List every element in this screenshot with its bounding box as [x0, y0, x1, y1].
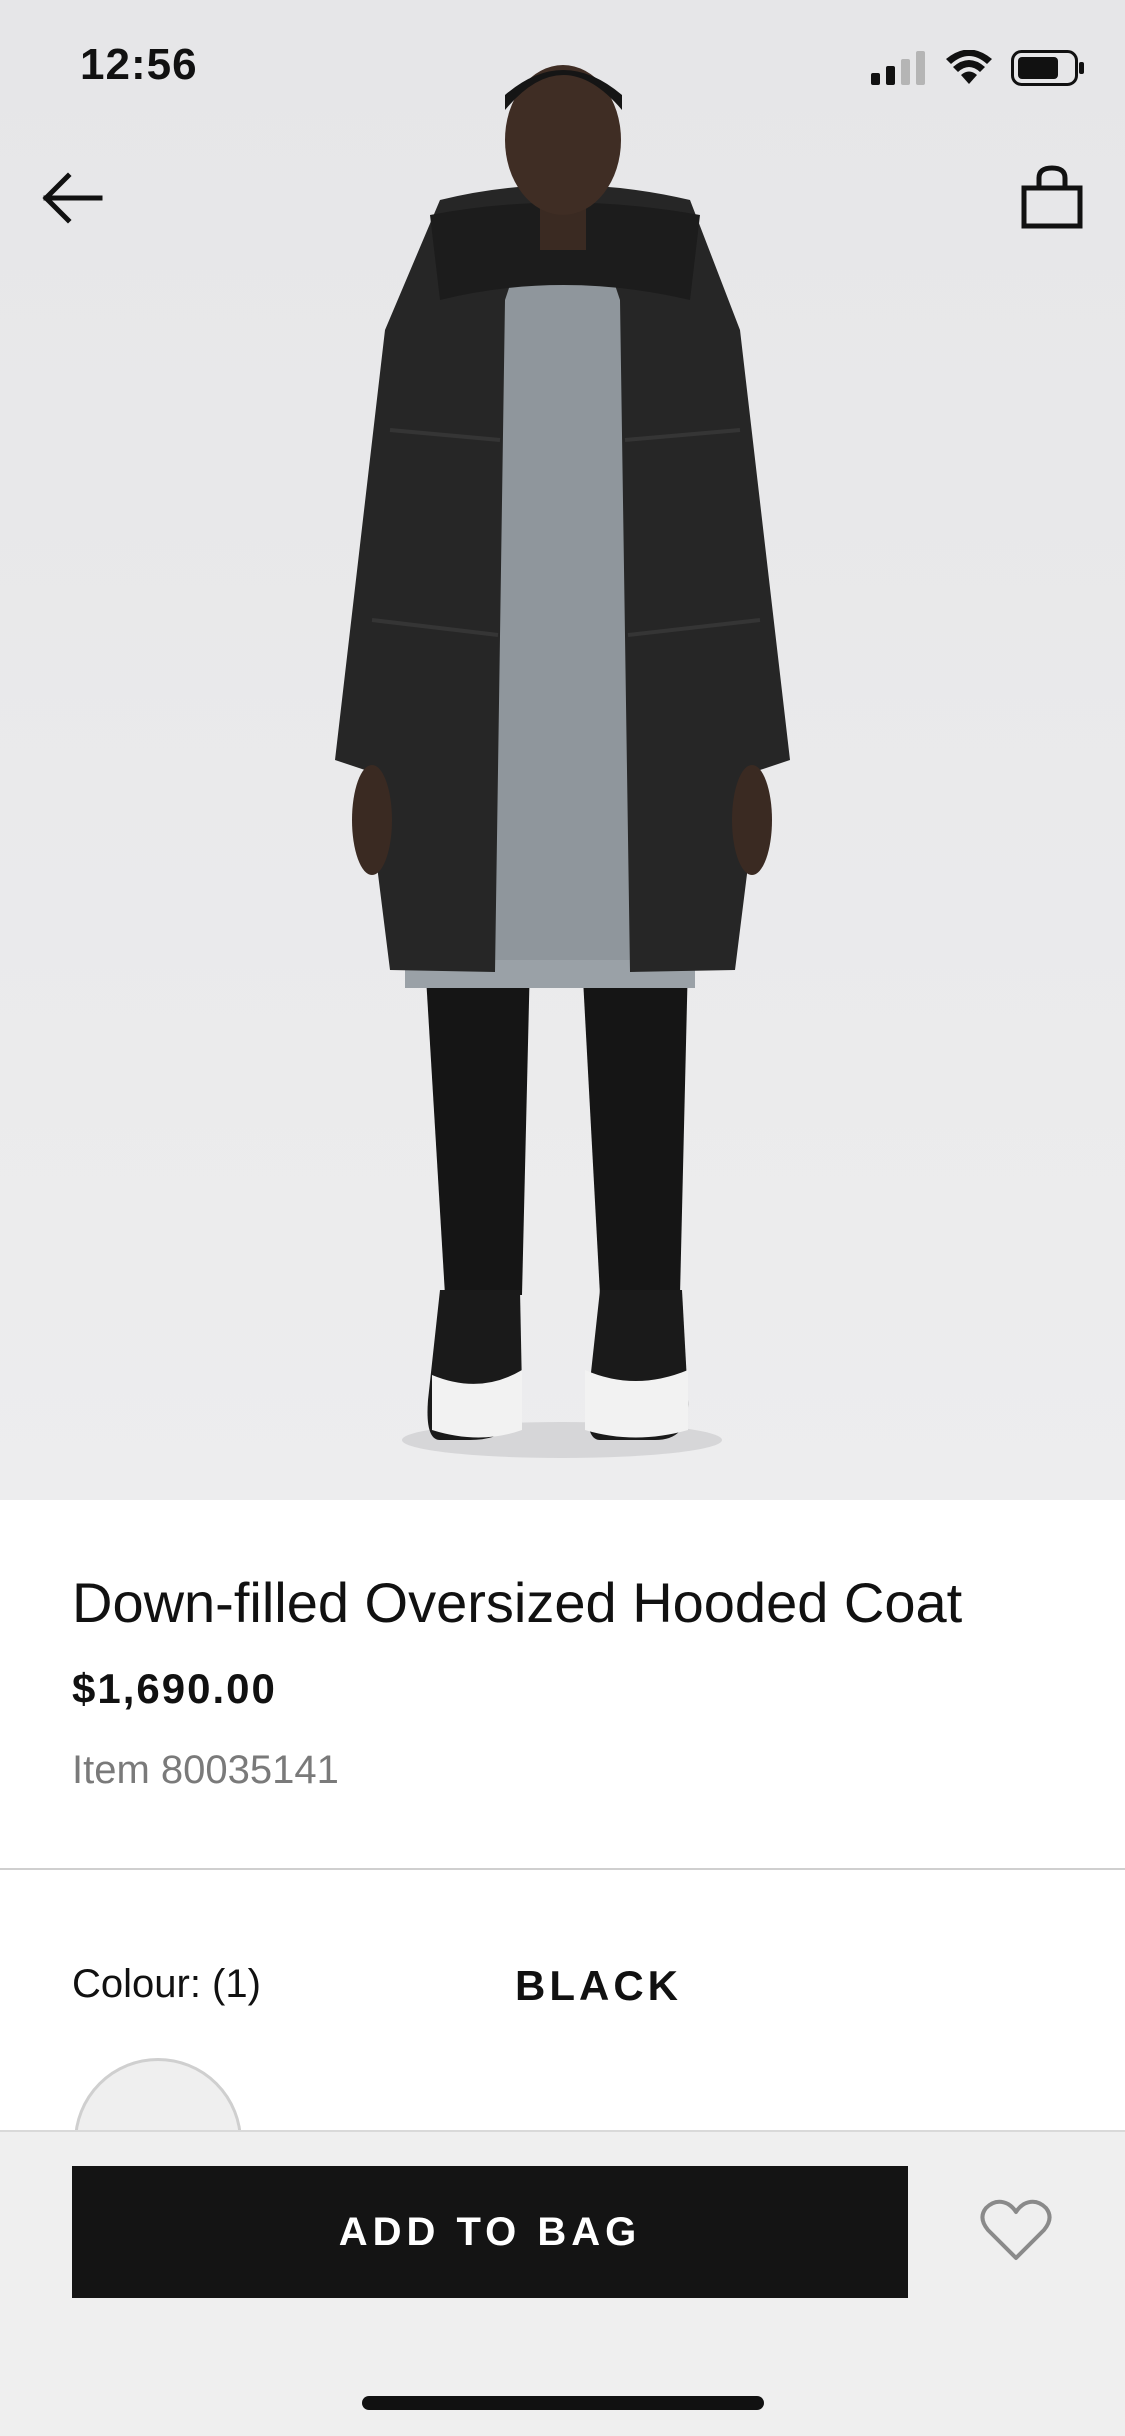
- product-price: $1,690.00: [72, 1665, 277, 1712]
- cellular-signal-icon: [871, 51, 925, 85]
- wishlist-button[interactable]: [978, 2196, 1054, 2266]
- product-item-number: Item 80035141: [72, 1748, 339, 1792]
- status-icons: [871, 48, 1085, 88]
- heart-icon: [980, 2199, 1052, 2260]
- wifi-icon: [946, 50, 992, 84]
- home-indicator: [362, 2396, 764, 2410]
- colour-value: BLACK: [515, 1962, 682, 2009]
- section-divider: [0, 1868, 1125, 1870]
- battery-icon: [1011, 50, 1084, 86]
- model-photo: [0, 0, 1125, 1500]
- shopping-bag-icon: [1021, 165, 1083, 229]
- back-button[interactable]: [38, 168, 108, 228]
- status-time: 12:56: [80, 40, 198, 89]
- colour-label: Colour: (1): [72, 1962, 261, 2006]
- add-to-bag-button[interactable]: ADD TO BAG: [72, 2166, 908, 2298]
- product-image: [0, 0, 1125, 1500]
- bag-button[interactable]: [1018, 162, 1088, 232]
- product-title: Down-filled Oversized Hooded Coat: [72, 1571, 963, 1634]
- arrow-left-icon: [42, 172, 103, 224]
